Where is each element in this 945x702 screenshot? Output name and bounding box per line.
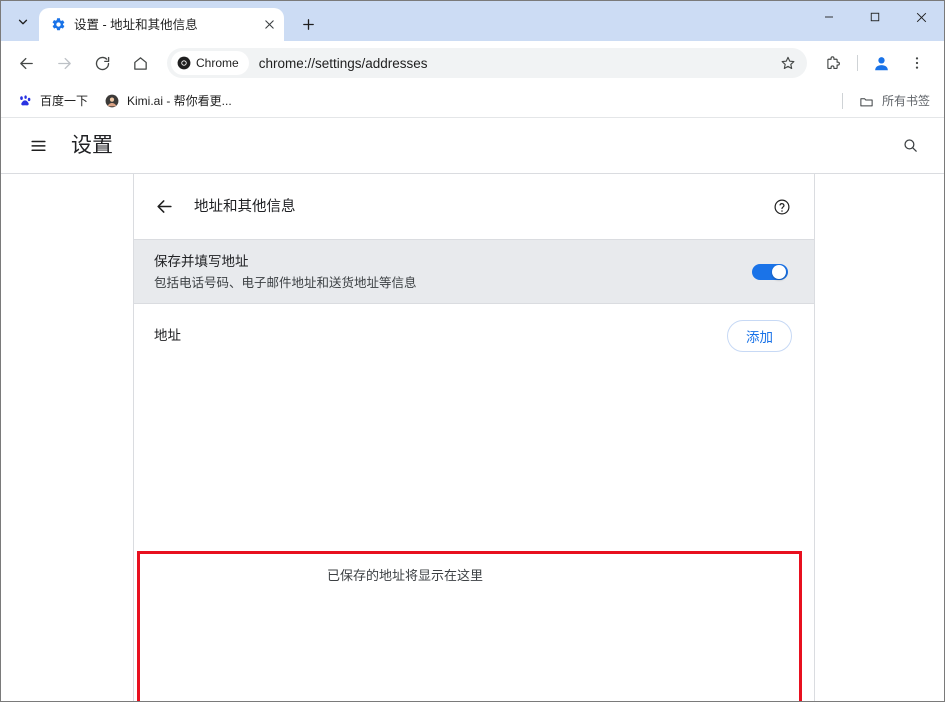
browser-tab[interactable]: 设置 - 地址和其他信息 [39, 8, 284, 41]
url-input[interactable] [256, 54, 775, 72]
bookmarks-divider [841, 93, 843, 109]
bookmarks-bar: 百度一下 Kimi.ai - 帮你看更... 所有书签 [1, 85, 944, 117]
tab-strip: 设置 - 地址和其他信息 [1, 1, 944, 41]
settings-sidebar [1, 173, 134, 701]
extensions-puzzle-icon[interactable] [817, 48, 847, 78]
toolbar-divider [857, 55, 858, 71]
section-title: 地址和其他信息 [194, 198, 296, 215]
forward-arrow-icon[interactable] [49, 48, 79, 78]
tab-title: 设置 - 地址和其他信息 [74, 17, 198, 32]
settings-gear-icon [50, 17, 66, 33]
add-address-button[interactable]: 添加 [727, 319, 792, 352]
folder-icon [859, 93, 875, 109]
settings-body: 地址和其他信息 保存并填写地址 包括电话号码、电子邮件地址和送货地址等信息 地址… [1, 173, 944, 701]
profile-avatar-icon[interactable] [866, 48, 896, 78]
hamburger-menu-icon[interactable] [23, 131, 53, 161]
addresses-row: 地址 添加 [134, 304, 814, 367]
save-addresses-row[interactable]: 保存并填写地址 包括电话号码、电子邮件地址和送货地址等信息 [134, 239, 814, 304]
window-controls [806, 1, 944, 33]
save-addresses-subtitle: 包括电话号码、电子邮件地址和送货地址等信息 [154, 275, 417, 290]
toggle-knob [772, 264, 786, 279]
addresses-label: 地址 [154, 327, 181, 343]
section-header: 地址和其他信息 [134, 174, 814, 239]
new-tab-button[interactable] [294, 10, 322, 38]
empty-state-text: 已保存的地址将显示在这里 [327, 568, 484, 583]
bookmark-item-baidu[interactable]: 百度一下 [13, 89, 96, 113]
settings-header: 设置 [1, 118, 944, 173]
tab-search-icon[interactable] [9, 8, 37, 36]
minimize-icon[interactable] [806, 1, 852, 33]
all-bookmarks-button[interactable]: 所有书签 [853, 89, 936, 113]
bookmark-label: 百度一下 [40, 94, 89, 108]
address-bar[interactable]: Chrome [167, 48, 807, 78]
baidu-favicon [17, 93, 33, 109]
search-icon[interactable] [894, 130, 926, 162]
page-title: 设置 [71, 133, 113, 157]
home-icon[interactable] [125, 48, 155, 78]
browser-toolbar: Chrome [1, 41, 944, 85]
bookmark-item-kimi[interactable]: Kimi.ai - 帮你看更... [100, 89, 240, 113]
save-addresses-toggle[interactable] [752, 263, 788, 280]
chrome-chip-label: Chrome [196, 56, 239, 70]
close-icon[interactable] [898, 1, 944, 33]
all-bookmarks-label: 所有书签 [881, 94, 930, 108]
addresses-card: 地址和其他信息 保存并填写地址 包括电话号码、电子邮件地址和送货地址等信息 地址… [134, 174, 815, 701]
maximize-icon[interactable] [852, 1, 898, 33]
save-addresses-text: 保存并填写地址 包括电话号码、电子邮件地址和送货地址等信息 [154, 251, 752, 293]
back-arrow-icon[interactable] [148, 191, 180, 223]
settings-main: 地址和其他信息 保存并填写地址 包括电话号码、电子邮件地址和送货地址等信息 地址… [134, 173, 944, 701]
settings-page: 设置 地址和其他信息 保存并填写地址 包括电话号码、电子邮件地址和送货地址等信息… [1, 117, 944, 701]
bookmark-label: Kimi.ai - 帮你看更... [127, 94, 232, 108]
three-dot-menu-icon[interactable] [902, 48, 932, 78]
save-addresses-title: 保存并填写地址 [154, 253, 249, 269]
bookmark-star-icon[interactable] [775, 50, 801, 76]
chrome-chip[interactable]: Chrome [171, 51, 249, 75]
reload-icon[interactable] [87, 48, 117, 78]
back-arrow-icon[interactable] [11, 48, 41, 78]
chrome-logo-icon [176, 56, 191, 71]
tab-close-icon[interactable] [260, 16, 278, 34]
kimi-favicon [104, 93, 120, 109]
browser-window: 设置 - 地址和其他信息 Chrome chrome://settings/ad… [0, 0, 945, 702]
help-circle-icon[interactable] [768, 193, 796, 221]
